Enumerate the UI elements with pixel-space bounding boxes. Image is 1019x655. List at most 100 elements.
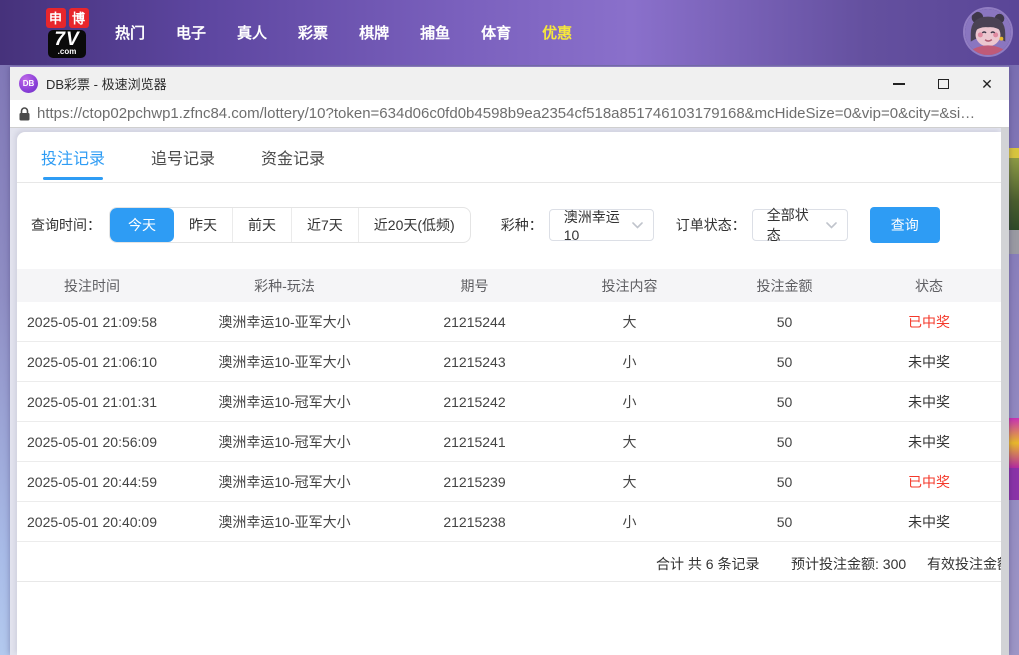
cell-bet-time: 2025-05-01 20:44:59 [27, 473, 157, 490]
table-row: 2025-05-01 21:09:58 澳洲幸运10-亚军大小 21215244… [17, 302, 1001, 342]
cell-bet-time: 2025-05-01 20:56:09 [27, 433, 157, 450]
cell-bet-content: 小 [622, 393, 637, 410]
cell-status: 未中奖 [908, 513, 950, 530]
time-option-today[interactable]: 今天 [110, 208, 174, 242]
page-content: 投注记录 追号记录 资金记录 查询时间： 今天 昨天 前天 近7天 近20天(低… [10, 128, 1009, 655]
cell-bet-amount: 50 [776, 433, 793, 450]
cell-bet-time: 2025-05-01 20:40:09 [27, 513, 157, 530]
minimize-button[interactable] [877, 67, 921, 100]
search-button[interactable]: 查询 [869, 207, 940, 243]
logo-badge-bo: 博 [68, 7, 89, 28]
column-header-bet-content: 投注内容 [601, 277, 658, 294]
logo-com-text: .com [57, 46, 77, 56]
column-header-game-play: 彩种-玩法 [254, 277, 315, 294]
user-avatar[interactable] [965, 9, 1011, 55]
summary-expected-amount: 预计投注金额: 300 [791, 556, 907, 572]
cell-game-play: 澳洲幸运10-冠军大小 [218, 393, 351, 410]
time-option-last-20-days[interactable]: 近20天(低频) [357, 208, 470, 242]
column-header-bet-amount: 投注金额 [756, 277, 813, 294]
table-summary: 合计 共 6 条记录 预计投注金额: 300 有效投注金额 [17, 542, 1001, 582]
cell-status: 未中奖 [908, 393, 950, 410]
browser-window: DB DB彩票 - 极速浏览器 ✕ https://ctop02pchwp1.z… [10, 66, 1009, 655]
cell-game-play: 澳洲幸运10-亚军大小 [218, 313, 351, 330]
cell-game-play: 澳洲幸运10-冠军大小 [218, 473, 351, 490]
cell-bet-amount: 50 [776, 313, 793, 330]
cell-game-play: 澳洲幸运10-冠军大小 [218, 433, 351, 450]
cell-bet-amount: 50 [776, 473, 793, 490]
tab-bet-records[interactable]: 投注记录 [41, 132, 105, 182]
nav-item-sports[interactable]: 体育 [481, 22, 511, 43]
cell-bet-content: 大 [622, 473, 637, 490]
tab-fund-records[interactable]: 资金记录 [261, 132, 325, 182]
minimize-icon [893, 82, 905, 85]
cell-bet-time: 2025-05-01 21:09:58 [27, 313, 157, 330]
time-filter-group: 今天 昨天 前天 近7天 近20天(低频) [109, 207, 471, 243]
nav-item-boardgames[interactable]: 棋牌 [359, 22, 389, 43]
lock-icon[interactable] [19, 106, 30, 121]
window-controls: ✕ [877, 67, 1009, 100]
nav-item-lottery[interactable]: 彩票 [298, 22, 328, 43]
cell-bet-amount: 50 [776, 513, 793, 530]
table-row: 2025-05-01 20:56:09 澳洲幸运10-冠军大小 21215241… [17, 422, 1001, 462]
site-logo[interactable]: 申 博 7V .com [36, 7, 98, 58]
summary-total-records: 合计 共 6 条记录 [656, 556, 760, 572]
nav-item-fishing[interactable]: 捕鱼 [420, 22, 450, 43]
nav-item-hot[interactable]: 热门 [115, 22, 145, 43]
cell-issue: 21215244 [443, 313, 506, 330]
nav-item-slots[interactable]: 电子 [176, 22, 206, 43]
cell-issue: 21215239 [443, 473, 506, 490]
cell-bet-content: 大 [622, 313, 637, 330]
time-option-yesterday[interactable]: 昨天 [174, 208, 232, 242]
active-tab-indicator [43, 177, 103, 180]
records-table: 投注时间 彩种-玩法 期号 投注内容 投注金额 状态 2025-05-01 21… [17, 269, 1001, 582]
logo-main: 7V .com [48, 29, 86, 58]
avatar-illustration [965, 9, 1011, 55]
summary-valid-amount: 有效投注金额 [927, 556, 1001, 572]
screen: { "colors": { "accent": "#2e9cf4", "win_… [0, 0, 1019, 655]
lottery-select-value: 澳洲幸运10 [563, 209, 620, 243]
close-icon: ✕ [981, 75, 993, 92]
nav-item-live[interactable]: 真人 [237, 22, 267, 43]
cell-game-play: 澳洲幸运10-亚军大小 [218, 513, 351, 530]
order-status-filter-label: 订单状态： [675, 217, 746, 233]
time-option-last-7-days[interactable]: 近7天 [291, 208, 358, 242]
background-thumbnail-4 [1008, 418, 1019, 468]
time-filter-label: 查询时间： [31, 217, 101, 233]
tab-label: 资金记录 [261, 151, 326, 168]
favicon-text: DB [22, 79, 35, 88]
tab-chase-records[interactable]: 追号记录 [151, 132, 215, 182]
time-option-day-before[interactable]: 前天 [232, 208, 291, 242]
table-row: 2025-05-01 21:06:10 澳洲幸运10-亚军大小 21215243… [17, 342, 1001, 382]
cell-game-play: 澳洲幸运10-亚军大小 [218, 353, 351, 370]
cell-bet-content: 大 [622, 433, 637, 450]
table-row: 2025-05-01 20:40:09 澳洲幸运10-亚军大小 21215238… [17, 502, 1001, 542]
browser-favicon-icon: DB [19, 74, 38, 93]
maximize-icon [937, 78, 949, 89]
cell-bet-amount: 50 [776, 353, 793, 370]
scrollbar[interactable] [1001, 128, 1009, 655]
tab-label: 投注记录 [41, 151, 106, 168]
close-button[interactable]: ✕ [965, 67, 1009, 100]
lottery-records-panel: 投注记录 追号记录 资金记录 查询时间： 今天 昨天 前天 近7天 近20天(低… [17, 132, 1001, 655]
browser-urlbar[interactable]: https://ctop02pchwp1.zfnc84.com/lottery/… [10, 100, 1009, 128]
lottery-filter-label: 彩种： [500, 217, 543, 233]
cell-status: 未中奖 [908, 433, 950, 450]
cell-status: 未中奖 [908, 353, 950, 370]
cell-issue: 21215238 [443, 513, 506, 530]
site-nav: 申 博 7V .com 热门 电子 真人 彩票 棋牌 捕鱼 体育 优惠 [0, 0, 1019, 65]
maximize-button[interactable] [921, 67, 965, 100]
record-tabs: 投注记录 追号记录 资金记录 [17, 132, 1001, 183]
lottery-select[interactable]: 澳洲幸运10 [548, 209, 654, 243]
cell-bet-time: 2025-05-01 21:01:31 [27, 393, 157, 410]
cell-issue: 21215242 [443, 393, 506, 410]
tab-label: 追号记录 [151, 151, 216, 168]
chevron-down-icon [825, 221, 837, 229]
nav-item-promo[interactable]: 优惠 [542, 22, 572, 43]
browser-titlebar[interactable]: DB DB彩票 - 极速浏览器 ✕ [10, 67, 1009, 100]
order-status-select[interactable]: 全部状态 [751, 207, 848, 243]
table-row: 2025-05-01 20:44:59 澳洲幸运10-冠军大小 21215239… [17, 462, 1001, 502]
column-header-status: 状态 [915, 277, 943, 294]
order-status-select-value: 全部状态 [766, 207, 809, 243]
chevron-down-icon [631, 221, 643, 229]
table-header: 投注时间 彩种-玩法 期号 投注内容 投注金额 状态 [17, 269, 1001, 302]
